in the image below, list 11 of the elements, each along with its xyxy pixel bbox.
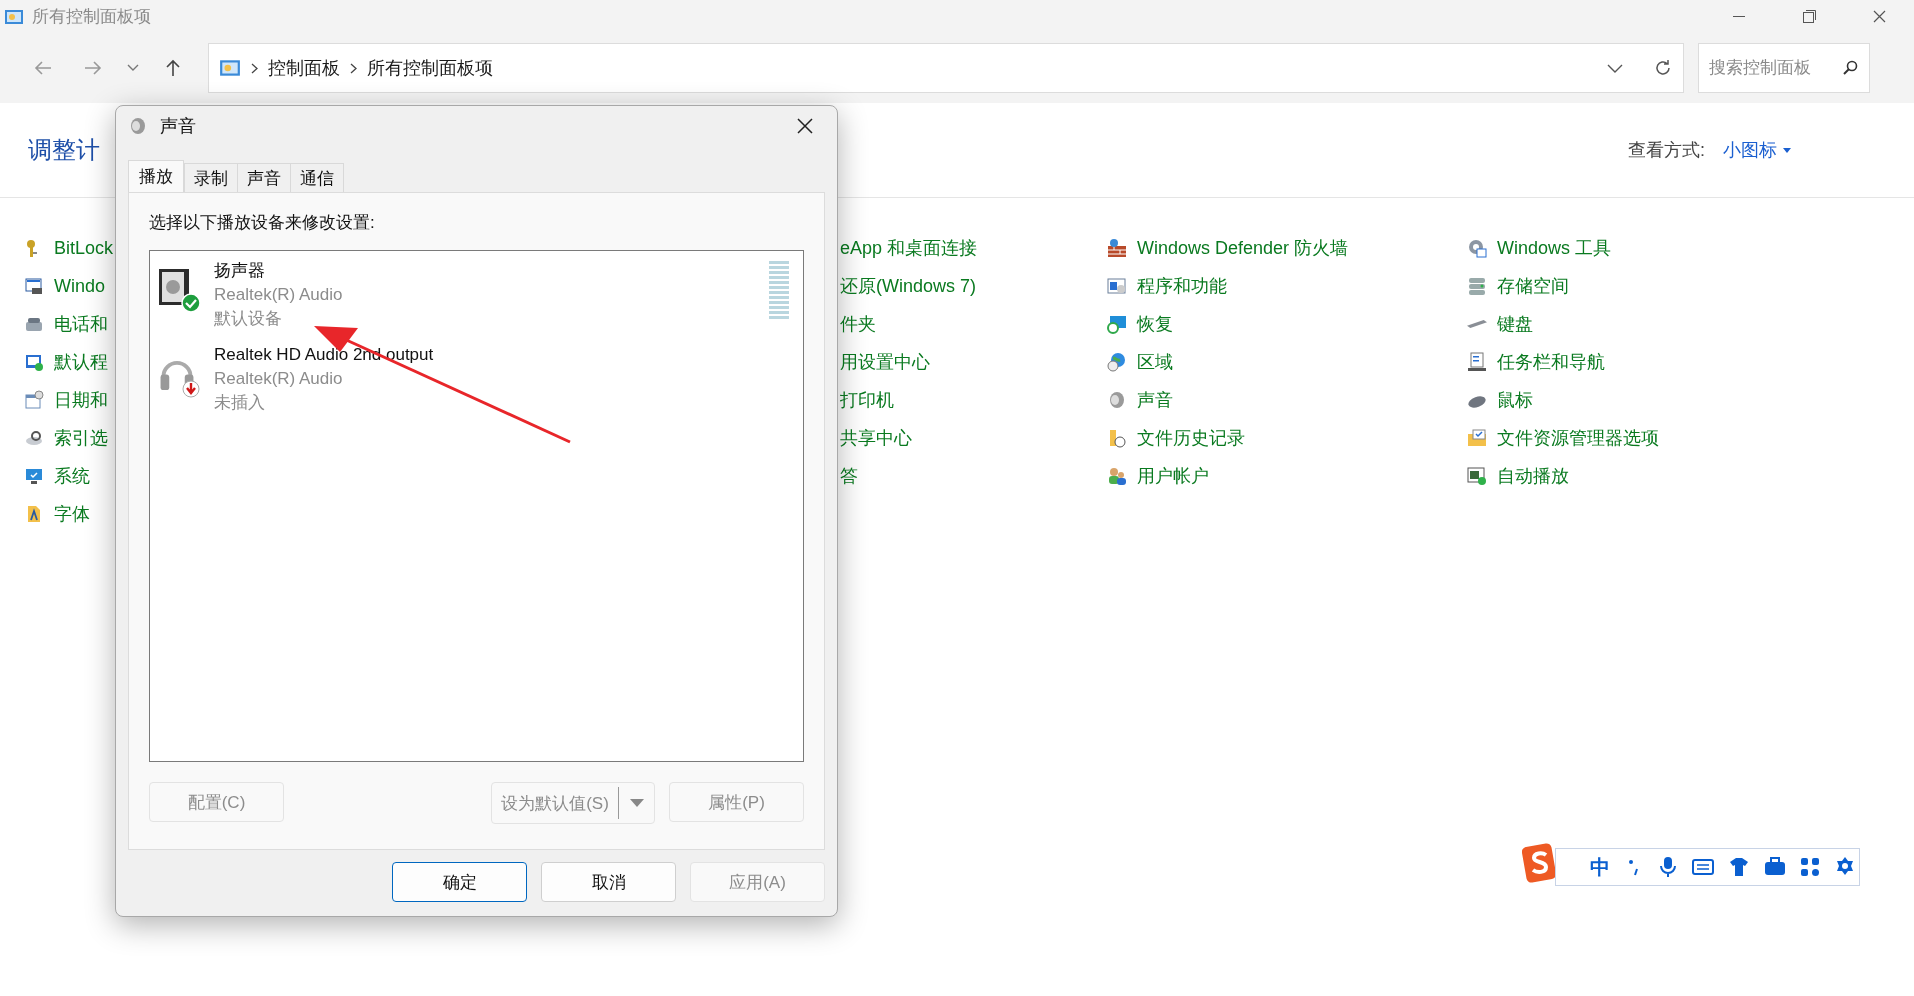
view-by-label: 查看方式:	[1628, 139, 1705, 162]
dialog-title: 声音	[160, 115, 196, 138]
device-status: 未插入	[214, 392, 266, 414]
device-driver: Realtek(R) Audio	[214, 368, 344, 390]
device-name: 扬声器	[214, 260, 266, 282]
device-driver: Realtek(R) Audio	[214, 284, 343, 306]
device-status: 默认设备	[214, 308, 283, 330]
instruction-text: 选择以下播放设备来修改设置:	[149, 212, 376, 234]
device-name: Realtek HD Audio 2nd output	[214, 344, 434, 366]
page-heading: 调整计	[28, 135, 100, 165]
window-title: 所有控制面板项	[32, 6, 151, 28]
